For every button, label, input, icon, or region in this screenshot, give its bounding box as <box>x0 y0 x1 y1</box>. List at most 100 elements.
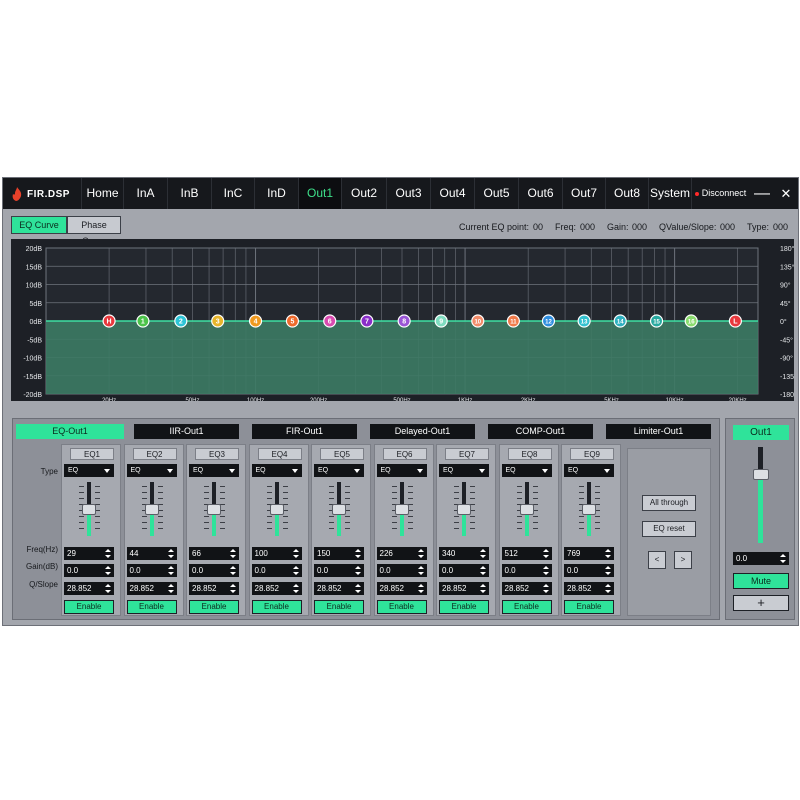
module-tab-limiter-out1[interactable]: Limiter-Out1 <box>606 424 711 439</box>
eq-q-field[interactable]: 28.852 <box>564 582 614 595</box>
module-tab-iir-out1[interactable]: IIR-Out1 <box>134 424 239 439</box>
spin-arrows-icon[interactable] <box>105 566 111 575</box>
eq-gain-field[interactable]: 0.0 <box>439 564 489 577</box>
eq-gain-slider-knob[interactable] <box>457 504 471 515</box>
spin-arrows-icon[interactable] <box>417 549 424 558</box>
eq-curve-graph[interactable]: 20dB 180° 15dB 135° 10dB 90° 5dB 45° 0dB 0° -5dB -4… <box>11 239 794 401</box>
module-tab-delayed-out1[interactable]: Delayed-Out1 <box>370 424 475 439</box>
spin-arrows-icon[interactable] <box>355 584 361 593</box>
close-icon[interactable]: ✕ <box>774 178 798 209</box>
eq-enable-button[interactable]: Enable <box>501 600 552 614</box>
eq-enable-button[interactable]: Enable <box>376 600 427 614</box>
spin-arrows-icon[interactable] <box>167 549 174 558</box>
eq-enable-button[interactable]: Enable <box>251 600 302 614</box>
eq-gain-slider-knob[interactable] <box>519 504 534 515</box>
spin-arrows-icon[interactable] <box>230 584 236 593</box>
spin-arrows-icon[interactable] <box>542 584 549 593</box>
spin-arrows-icon[interactable] <box>355 549 361 558</box>
eq-gain-slider-knob[interactable] <box>582 504 596 515</box>
disconnect-button[interactable]: Disconnect <box>691 178 749 209</box>
tab-system[interactable]: System <box>648 178 691 209</box>
eq-gain-field[interactable]: 0.0 <box>376 564 427 577</box>
tab-home[interactable]: Home <box>81 178 123 209</box>
eq-q-field[interactable]: 28.852 <box>314 582 364 595</box>
eq-type-select[interactable]: EQ <box>126 464 177 477</box>
eq-freq-field[interactable]: 512 <box>501 547 552 560</box>
eq-freq-field[interactable]: 769 <box>564 547 614 560</box>
next-page-button[interactable]: > <box>674 551 692 569</box>
tab-out2[interactable]: Out2 <box>341 178 386 209</box>
eq-freq-field[interactable]: 66 <box>189 547 239 560</box>
tab-out6[interactable]: Out6 <box>518 178 562 209</box>
spin-arrows-icon[interactable] <box>105 584 111 593</box>
eq-q-field[interactable]: 28.852 <box>439 582 489 595</box>
eq-freq-field[interactable]: 100 <box>251 547 302 560</box>
eq-gain-slider-knob[interactable] <box>394 504 409 515</box>
eq-type-select[interactable]: EQ <box>64 464 114 477</box>
eq-gain-field[interactable]: 0.0 <box>564 564 614 577</box>
spin-arrows-icon[interactable] <box>417 566 424 575</box>
phase-curve-button[interactable]: Phase Curve <box>67 216 121 246</box>
tab-out7[interactable]: Out7 <box>562 178 605 209</box>
tab-out5[interactable]: Out5 <box>474 178 518 209</box>
prev-page-button[interactable]: < <box>648 551 666 569</box>
eq-gain-field[interactable]: 0.0 <box>126 564 177 577</box>
eq-gain-field[interactable]: 0.0 <box>314 564 364 577</box>
eq-q-field[interactable]: 28.852 <box>501 582 552 595</box>
tab-out8[interactable]: Out8 <box>605 178 648 209</box>
eq-q-field[interactable]: 28.852 <box>189 582 239 595</box>
spin-arrows-icon[interactable] <box>542 549 549 558</box>
eq-freq-field[interactable]: 226 <box>376 547 427 560</box>
spin-arrows-icon[interactable] <box>167 584 174 593</box>
spin-arrows-icon[interactable] <box>230 566 236 575</box>
eq-gain-slider-knob[interactable] <box>207 504 221 515</box>
eq-curve-button[interactable]: EQ Curve <box>11 216 67 234</box>
add-button[interactable]: + <box>733 595 789 611</box>
eq-enable-button[interactable]: Enable <box>126 600 177 614</box>
eq-type-select[interactable]: EQ <box>376 464 427 477</box>
eq-type-select[interactable]: EQ <box>564 464 614 477</box>
eq-q-field[interactable]: 28.852 <box>64 582 114 595</box>
tab-ina[interactable]: InA <box>123 178 167 209</box>
tab-out4[interactable]: Out4 <box>430 178 474 209</box>
eq-gain-slider-knob[interactable] <box>82 504 96 515</box>
eq-gain-slider-knob[interactable] <box>144 504 159 515</box>
eq-enable-button[interactable]: Enable <box>564 600 614 614</box>
spin-arrows-icon[interactable] <box>292 566 299 575</box>
minimize-icon[interactable]: — <box>750 178 774 209</box>
module-tab-comp-out1[interactable]: COMP-Out1 <box>488 424 593 439</box>
spin-arrows-icon[interactable] <box>605 549 611 558</box>
spin-arrows-icon[interactable] <box>355 566 361 575</box>
eq-gain-field[interactable]: 0.0 <box>501 564 552 577</box>
spin-arrows-icon[interactable] <box>542 566 549 575</box>
output-fader-knob[interactable] <box>753 469 769 480</box>
spin-arrows-icon[interactable] <box>292 584 299 593</box>
spin-arrows-icon[interactable] <box>480 566 486 575</box>
eq-freq-field[interactable]: 150 <box>314 547 364 560</box>
spin-arrows-icon[interactable] <box>480 584 486 593</box>
eq-enable-button[interactable]: Enable <box>314 600 364 614</box>
module-tab-fir-out1[interactable]: FIR-Out1 <box>252 424 357 439</box>
eq-enable-button[interactable]: Enable <box>189 600 239 614</box>
eq-gain-slider-knob[interactable] <box>269 504 284 515</box>
spin-arrows-icon[interactable] <box>480 549 486 558</box>
spin-arrows-icon[interactable] <box>105 549 111 558</box>
tab-out1[interactable]: Out1 <box>298 178 341 209</box>
tab-inc[interactable]: InC <box>211 178 254 209</box>
eq-type-select[interactable]: EQ <box>189 464 239 477</box>
eq-type-select[interactable]: EQ <box>314 464 364 477</box>
eq-enable-button[interactable]: Enable <box>439 600 489 614</box>
spin-arrows-icon[interactable] <box>605 584 611 593</box>
eq-gain-field[interactable]: 0.0 <box>189 564 239 577</box>
eq-freq-field[interactable]: 29 <box>64 547 114 560</box>
eq-freq-field[interactable]: 340 <box>439 547 489 560</box>
spin-arrows-icon[interactable] <box>230 549 236 558</box>
tab-out3[interactable]: Out3 <box>386 178 430 209</box>
eq-type-select[interactable]: EQ <box>439 464 489 477</box>
eq-freq-field[interactable]: 44 <box>126 547 177 560</box>
module-tab-eq-out1[interactable]: EQ-Out1 <box>16 424 124 439</box>
spin-arrows-icon[interactable] <box>167 566 174 575</box>
spin-arrows-icon[interactable] <box>605 566 611 575</box>
eq-gain-field[interactable]: 0.0 <box>251 564 302 577</box>
eq-reset-button[interactable]: EQ reset <box>642 521 696 537</box>
